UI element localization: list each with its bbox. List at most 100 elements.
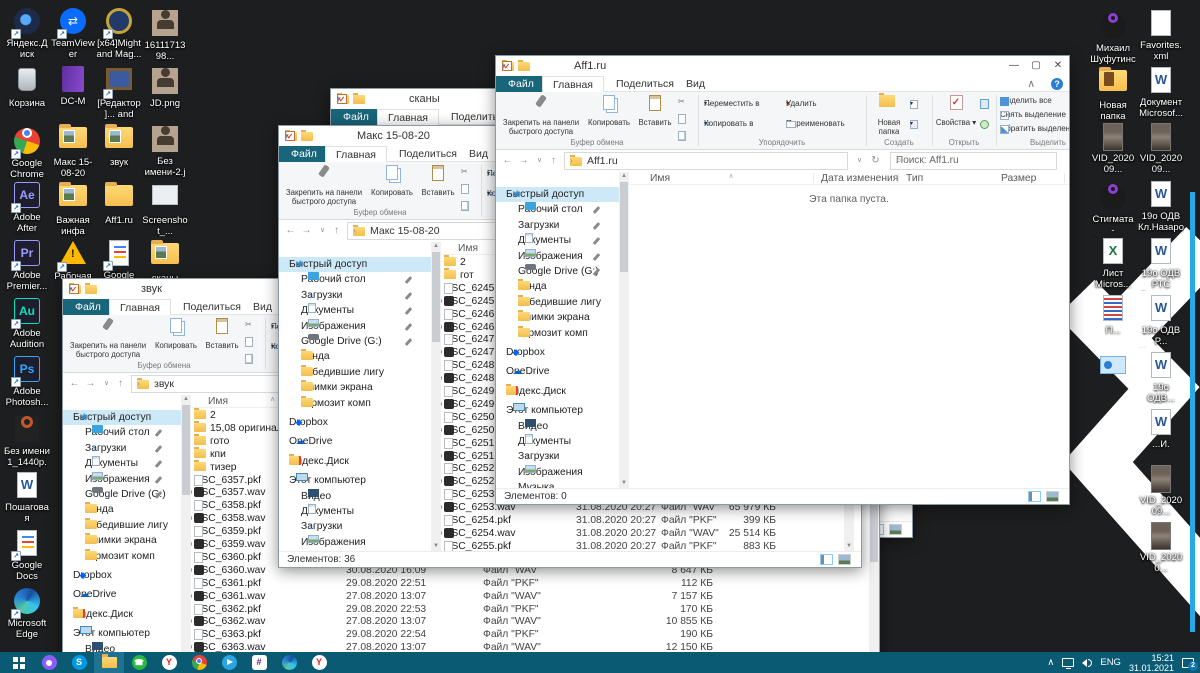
- desktop-icon[interactable]: W 19о ОДВ...: [1138, 350, 1184, 404]
- tab-home[interactable]: Главная: [377, 109, 439, 125]
- desktop-icon[interactable]: WПошаговая инструкци...: [4, 470, 50, 525]
- desktop-icon[interactable]: ! ↗ Рабочая: [50, 238, 96, 282]
- desktop-icon[interactable]: Screenshot_...: [142, 180, 188, 237]
- nav-scrollbar[interactable]: ▲▼: [181, 395, 191, 661]
- desktop-icon[interactable]: 1611171398...: [142, 6, 188, 62]
- column-name[interactable]: Имя: [458, 242, 478, 255]
- thumbnail-view-toggle[interactable]: [889, 524, 902, 535]
- thumbnail-view-toggle[interactable]: [1046, 491, 1059, 502]
- up-button[interactable]: ↑: [546, 153, 561, 169]
- desktop-icon[interactable]: ↗ [x64]Might and Mag...: [96, 6, 142, 60]
- tab-file[interactable]: Файл: [496, 76, 546, 92]
- file-row[interactable]: DSC_6361.wav 27.08.2020 13:07 Файл "WAV"…: [191, 590, 879, 604]
- taskbar-start-icon[interactable]: [4, 652, 34, 673]
- details-view-toggle[interactable]: [820, 554, 833, 565]
- tab-view[interactable]: Вид: [243, 299, 282, 315]
- refresh-icon[interactable]: ↻: [868, 153, 883, 169]
- sidebar-item[interactable]: Документы: [63, 456, 191, 471]
- file-row[interactable]: DSC_6362.wav 27.08.2020 13:07 Файл "WAV"…: [191, 616, 879, 629]
- sidebar-item[interactable]: ★Быстрый доступ: [496, 187, 629, 202]
- sidebar-item[interactable]: ★Быстрый доступ: [63, 410, 191, 425]
- sidebar-item[interactable]: Рабочий стол: [279, 272, 441, 287]
- sidebar-item[interactable]: тормозит комп: [279, 395, 441, 411]
- action-center-icon[interactable]: 2: [1182, 657, 1198, 671]
- sidebar-item[interactable]: Яндекс.Диск: [496, 383, 629, 399]
- sidebar-item[interactable]: Изображения: [279, 534, 441, 550]
- tab-file[interactable]: Файл: [279, 146, 329, 162]
- desktop-icon[interactable]: П...: [1090, 293, 1136, 336]
- breadcrumb[interactable]: › Aff1.ru: [564, 152, 848, 170]
- desktop-icon[interactable]: W19о ОДВ РТС Горького.d...: [1138, 236, 1184, 291]
- new-item-icon[interactable]: ▾: [910, 96, 928, 112]
- sidebar-item[interactable]: Изображения: [279, 318, 441, 334]
- desktop-icon[interactable]: Au ↗ Adobe Audition: [4, 296, 50, 350]
- sidebar-item[interactable]: Яндекс.Диск: [279, 453, 441, 469]
- sidebar-item[interactable]: винда: [63, 502, 191, 517]
- forward-button[interactable]: →: [299, 223, 314, 239]
- pin-to-quick-access-button[interactable]: Закрепить на панели быстрого доступа: [498, 94, 584, 136]
- tab-home[interactable]: Главная: [325, 146, 387, 162]
- up-button[interactable]: ↑: [113, 376, 128, 392]
- thumbnail-view-toggle[interactable]: [838, 554, 851, 565]
- nav-scrollbar[interactable]: ▲▼: [619, 172, 629, 488]
- sidebar-item[interactable]: ☁OneDrive: [496, 364, 629, 379]
- sidebar-item[interactable]: ☁OneDrive: [63, 587, 191, 602]
- sidebar-item[interactable]: Документы: [496, 233, 629, 248]
- collapse-ribbon-icon[interactable]: ∧: [1017, 76, 1045, 92]
- copy-path-icon[interactable]: [678, 111, 694, 127]
- desktop-icon[interactable]: Ae↗Adobe After Effects 2020: [4, 180, 50, 235]
- desktop-icon[interactable]: W19о ОДВ Кл.Назаро...: [1138, 179, 1184, 234]
- taskbar-alisa-icon[interactable]: [34, 652, 64, 673]
- sidebar-item[interactable]: Этот компьютер: [279, 473, 441, 488]
- pin-to-quick-access-button[interactable]: Закрепить на панели быстрого доступа: [281, 164, 367, 206]
- sidebar-item[interactable]: победившие лигу: [496, 294, 629, 310]
- column-type[interactable]: Тип: [906, 172, 923, 185]
- recent-locations-icon[interactable]: ∨: [315, 223, 330, 239]
- easy-access-icon[interactable]: ▾: [910, 116, 928, 132]
- forward-button[interactable]: →: [83, 376, 98, 392]
- desktop-icon[interactable]: Стигмата - Сентябр...: [1090, 179, 1136, 237]
- sidebar-item[interactable]: Снимки экрана: [496, 310, 629, 325]
- sidebar-item[interactable]: победившие лигу: [63, 517, 191, 533]
- cut-icon[interactable]: ✂: [245, 317, 261, 333]
- close-button[interactable]: ✕: [1047, 56, 1069, 76]
- language-indicator[interactable]: ENG: [1100, 657, 1121, 668]
- sidebar-item[interactable]: Документы: [496, 434, 629, 449]
- sidebar-item[interactable]: ↓Загрузки: [279, 288, 441, 303]
- nav-scrollbar[interactable]: ▲▼: [431, 242, 441, 551]
- sidebar-item[interactable]: ◆Dropbox: [496, 345, 629, 360]
- desktop-icon[interactable]: Без имени 1_1440p.wav: [4, 412, 50, 469]
- desktop-icon[interactable]: Михаил Шуфутинс...: [1090, 8, 1136, 66]
- sidebar-item[interactable]: ↓Загрузки: [63, 441, 191, 456]
- file-row[interactable]: DSC_6363.pkf 29.08.2020 22:54 Файл "PKF"…: [191, 629, 879, 642]
- maximize-button[interactable]: ▢: [1025, 56, 1047, 76]
- tab-view[interactable]: Вид: [676, 76, 715, 92]
- taskbar-skype-icon[interactable]: S: [64, 652, 94, 673]
- sidebar-item[interactable]: Рабочий стол: [63, 425, 191, 440]
- rename-button[interactable]: Переименовать: [786, 116, 864, 132]
- file-row[interactable]: DSC_6255.pkf 31.08.2020 20:27 Файл "PKF"…: [441, 540, 861, 551]
- properties-button[interactable]: ✓Свойства ▾: [934, 94, 978, 136]
- help-icon[interactable]: ?: [1051, 78, 1063, 90]
- volume-icon[interactable]: [1082, 658, 1093, 667]
- desktop-icon[interactable]: VID_202009...: [1138, 464, 1184, 517]
- edit-icon[interactable]: [980, 96, 994, 112]
- tab-view[interactable]: Вид: [459, 146, 498, 162]
- taskbar-slack-icon[interactable]: #: [244, 652, 274, 673]
- copy-path-icon[interactable]: [461, 181, 477, 197]
- column-date[interactable]: Дата изменения: [821, 172, 898, 185]
- quick-access-toolbar[interactable]: |✓▾|: [502, 59, 530, 73]
- tab-file[interactable]: Файл: [331, 109, 381, 125]
- history-icon[interactable]: [980, 116, 994, 132]
- forward-button[interactable]: →: [516, 153, 531, 169]
- clock[interactable]: 15:21 31.01.2021: [1129, 653, 1174, 673]
- sidebar-item[interactable]: Изображения: [496, 248, 629, 264]
- sidebar-item[interactable]: Google Drive (G:): [63, 487, 191, 502]
- sidebar-item[interactable]: Снимки экрана: [279, 380, 441, 395]
- desktop-icon[interactable]: Aff1.ru: [96, 180, 142, 226]
- file-row[interactable]: DSC_6362.pkf 29.08.2020 22:53 Файл "PKF"…: [191, 603, 879, 617]
- search-box[interactable]: ⌕ Поиск: Aff1.ru: [890, 152, 1057, 170]
- back-button[interactable]: ←: [500, 153, 515, 169]
- desktop-icon[interactable]: W Документ Microsof...: [1138, 65, 1184, 119]
- back-button[interactable]: ←: [67, 376, 82, 392]
